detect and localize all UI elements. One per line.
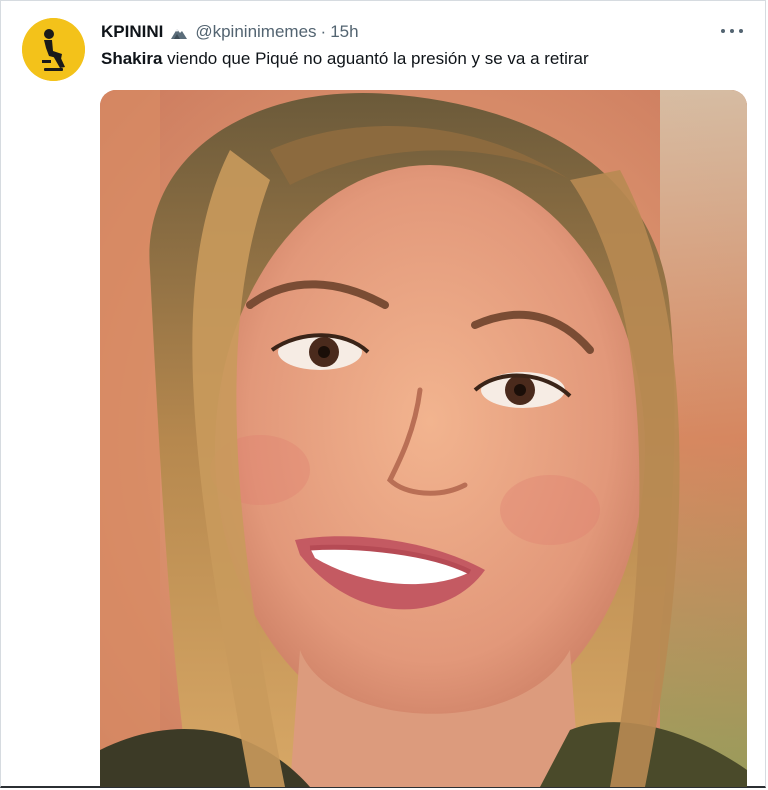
tweet-text-bold: Shakira <box>101 49 163 68</box>
timestamp[interactable]: 15h <box>330 22 358 42</box>
handle[interactable]: @kpininimemes <box>195 22 316 42</box>
display-name[interactable]: KPININI <box>101 22 163 42</box>
tweet-text: Shakira viendo que Piqué no aguantó la p… <box>101 49 589 69</box>
tweet-photo[interactable] <box>100 90 747 787</box>
more-dot <box>721 29 725 33</box>
separator-dot: · <box>320 22 327 41</box>
page: KPININI @kpininimemes · 15h Shakira vien… <box>0 0 768 790</box>
more-dot <box>739 29 743 33</box>
avatar[interactable] <box>22 18 85 81</box>
tweet-text-rest: viendo que Piqué no aguantó la presión y… <box>162 49 589 68</box>
tweet-card[interactable]: KPININI @kpininimemes · 15h Shakira vien… <box>0 0 766 788</box>
tweet-header: KPININI @kpininimemes · 15h <box>101 20 745 44</box>
more-options-icon[interactable] <box>721 20 743 42</box>
portrait-photo-image <box>100 90 747 787</box>
mountain-emoji-icon <box>169 24 189 40</box>
avatar-logo-icon <box>22 18 85 81</box>
more-dot <box>730 29 734 33</box>
